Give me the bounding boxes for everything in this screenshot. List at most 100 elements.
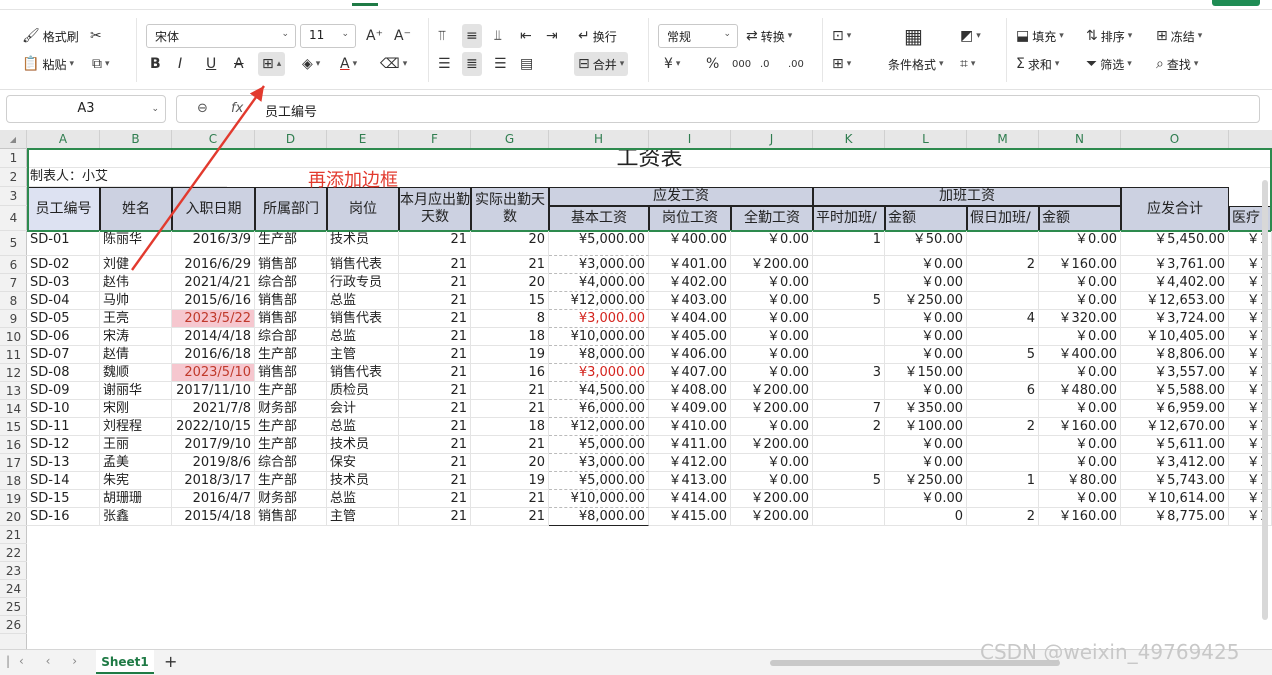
paste-button[interactable]: 📋 粘贴 ▾ <box>22 52 74 76</box>
cell[interactable]: ￥3,761.00 <box>1121 256 1229 274</box>
row-header[interactable]: 5 <box>0 231 27 256</box>
row-header[interactable]: 24 <box>0 580 27 598</box>
cell[interactable]: SD-01 <box>27 231 100 256</box>
sum-button[interactable]: Σ 求和 ▾ <box>1016 52 1059 76</box>
cell[interactable]: ￥0.00 <box>731 472 813 490</box>
format-cells-button[interactable]: ◩ ▾ <box>960 24 981 48</box>
align-center-button[interactable]: ≣ <box>462 52 482 76</box>
increase-font-button[interactable]: A⁺ <box>366 24 383 48</box>
select-all-corner[interactable]: ◢ <box>0 130 27 149</box>
row-header[interactable]: 20 <box>0 508 27 526</box>
cell[interactable]: 宋刚 <box>100 400 172 418</box>
cell[interactable]: ¥12,000.00 <box>549 292 649 310</box>
cell[interactable]: ¥4,500.00 <box>549 382 649 400</box>
cell[interactable]: 21 <box>471 256 549 274</box>
row-header[interactable]: 8 <box>0 292 27 310</box>
cell[interactable]: 15 <box>471 292 549 310</box>
column-header[interactable]: I <box>649 130 731 149</box>
cell[interactable]: ￥0.00 <box>731 328 813 346</box>
cell[interactable]: ￥400.00 <box>1039 346 1121 364</box>
align-right-button[interactable]: ☰ <box>494 52 507 76</box>
cell[interactable]: ￥0.00 <box>731 310 813 328</box>
indent-decrease-button[interactable]: ⇤ <box>520 24 532 48</box>
cell[interactable] <box>967 400 1039 418</box>
header-total[interactable]: 应发合计 <box>1121 187 1229 231</box>
cell[interactable]: ￥8,775.00 <box>1121 508 1229 526</box>
wrap-text-button[interactable]: ↵ 换行 <box>578 24 617 48</box>
currency-button[interactable]: ¥ ▾ <box>664 52 680 76</box>
cell[interactable]: ￥0.00 <box>885 346 967 364</box>
row-header[interactable]: 2 <box>0 168 27 187</box>
table-style-button[interactable]: ⊞ ▾ <box>832 52 851 76</box>
thousands-button[interactable]: 000 <box>732 52 751 76</box>
cell[interactable]: ￥200.00 <box>731 400 813 418</box>
cell[interactable]: ¥3,000.00 <box>549 310 649 328</box>
cell[interactable]: ¥12,000.00 <box>549 418 649 436</box>
cell[interactable]: SD-04 <box>27 292 100 310</box>
column-header[interactable]: C <box>172 130 255 149</box>
column-header[interactable]: A <box>27 130 100 149</box>
cell[interactable]: 1 <box>967 472 1039 490</box>
freeze-button[interactable]: ⊞ 冻结 ▾ <box>1156 24 1202 48</box>
row-header[interactable]: 13 <box>0 382 27 400</box>
row-header[interactable]: 22 <box>0 544 27 562</box>
align-bottom-button[interactable]: ⫫ <box>494 24 502 48</box>
cell[interactable]: 主管 <box>327 346 399 364</box>
cell[interactable]: 20 <box>471 231 549 256</box>
cell[interactable]: ￥5,611.00 <box>1121 436 1229 454</box>
column-header[interactable]: L <box>885 130 967 149</box>
cell[interactable]: 谢丽华 <box>100 382 172 400</box>
row-header[interactable]: 17 <box>0 454 27 472</box>
cell[interactable]: ￥408.00 <box>649 382 731 400</box>
cell[interactable]: 技术员 <box>327 472 399 490</box>
cell[interactable]: ￥402.00 <box>649 274 731 292</box>
column-header[interactable]: H <box>549 130 649 149</box>
cell[interactable]: 2021/4/21 <box>172 274 255 292</box>
cell[interactable]: 刘健 <box>100 256 172 274</box>
header-ot-holiday[interactable]: 假日加班/ <box>967 206 1039 231</box>
column-header[interactable]: M <box>967 130 1039 149</box>
header-overtime[interactable]: 加班工资 <box>813 187 1121 206</box>
cell-border-button[interactable]: ⌗ ▾ <box>960 52 975 76</box>
cell[interactable]: 2018/3/17 <box>172 472 255 490</box>
cell[interactable]: SD-15 <box>27 490 100 508</box>
cell[interactable]: 21 <box>471 490 549 508</box>
cell[interactable]: ￥0.00 <box>731 346 813 364</box>
cell[interactable]: SD-10 <box>27 400 100 418</box>
cell[interactable]: ￥160.00 <box>1039 418 1121 436</box>
cell[interactable]: 21 <box>399 400 471 418</box>
row-header[interactable]: 16 <box>0 436 27 454</box>
cell[interactable]: ￥0.00 <box>885 382 967 400</box>
header-payable[interactable]: 应发工资 <box>549 187 813 206</box>
row-header[interactable]: 14 <box>0 400 27 418</box>
row-header[interactable]: 11 <box>0 346 27 364</box>
cell[interactable]: SD-03 <box>27 274 100 292</box>
cell[interactable]: 19 <box>471 346 549 364</box>
justify-button[interactable]: ▤ <box>520 52 533 76</box>
cell[interactable]: 21 <box>399 472 471 490</box>
cell[interactable]: 2 <box>967 418 1039 436</box>
cell[interactable]: 赵伟 <box>100 274 172 292</box>
cell[interactable]: ￥160.00 <box>1039 508 1121 526</box>
sheet-tab[interactable]: Sheet1 <box>96 650 154 674</box>
cell[interactable]: SD-14 <box>27 472 100 490</box>
cell[interactable]: 王亮 <box>100 310 172 328</box>
cell[interactable]: ￥480.00 <box>1039 382 1121 400</box>
cell[interactable]: 2017/9/10 <box>172 436 255 454</box>
header-base[interactable]: 基本工资 <box>549 206 649 231</box>
conditional-format-button[interactable]: 条件格式 ▾ <box>888 52 944 76</box>
cell[interactable] <box>813 256 885 274</box>
cell[interactable]: 16 <box>471 364 549 382</box>
cell[interactable]: 2 <box>813 418 885 436</box>
row-header[interactable]: 26 <box>0 616 27 634</box>
cell[interactable]: ￥0.00 <box>885 328 967 346</box>
cell[interactable]: ￥3,557.00 <box>1121 364 1229 382</box>
cell[interactable]: ￥200.00 <box>731 256 813 274</box>
cell[interactable]: SD-13 <box>27 454 100 472</box>
cell[interactable]: 19 <box>471 472 549 490</box>
cell[interactable] <box>967 274 1039 292</box>
cell[interactable]: ￥0.00 <box>1039 364 1121 382</box>
cell[interactable]: 21 <box>399 436 471 454</box>
cell[interactable]: 生产部 <box>255 382 327 400</box>
cell[interactable]: 2017/11/10 <box>172 382 255 400</box>
